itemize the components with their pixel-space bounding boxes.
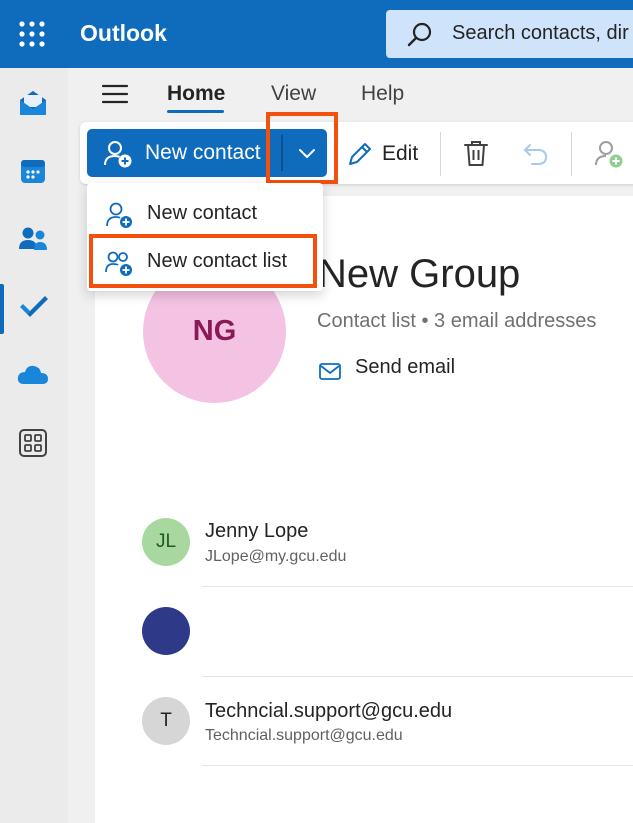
people-icon[interactable]	[14, 220, 52, 258]
onedrive-icon[interactable]	[14, 356, 52, 394]
avatar	[142, 607, 190, 655]
calendar-icon[interactable]	[14, 152, 52, 190]
search-placeholder: Search contacts, dir	[452, 22, 629, 44]
highlight-new-contact-list	[89, 234, 317, 288]
hamburger-menu-icon[interactable]	[100, 82, 130, 106]
tab-help[interactable]: Help	[361, 82, 404, 106]
list-divider	[202, 586, 633, 587]
delete-icon[interactable]	[462, 139, 490, 174]
undo-icon[interactable]	[522, 141, 550, 172]
add-person-icon	[106, 202, 132, 228]
group-subtitle: Contact list • 3 email addresses	[317, 310, 597, 332]
mail-outline-icon	[319, 363, 341, 380]
search-box[interactable]: Search contacts, dir	[386, 10, 633, 58]
app-rail	[0, 68, 68, 823]
highlight-dropdown-arrow	[266, 112, 338, 184]
add-person-icon	[104, 141, 132, 168]
toolbar-separator	[440, 132, 441, 176]
member-email[interactable]: JLope@my.gcu.edu	[205, 548, 346, 566]
list-divider	[202, 765, 633, 766]
edit-button-label: Edit	[382, 142, 419, 165]
avatar: T	[142, 697, 190, 745]
rail-active-indicator	[0, 284, 4, 334]
search-icon	[407, 22, 432, 47]
mail-icon[interactable]	[14, 84, 52, 122]
new-contact-button[interactable]: New contact	[145, 141, 261, 165]
menu-item-label: New contact	[147, 202, 258, 224]
send-email-label: Send email	[355, 356, 456, 378]
list-divider	[202, 676, 633, 677]
pencil-icon	[349, 143, 371, 165]
member-name[interactable]: Techncial.support@gcu.edu	[205, 700, 452, 723]
tab-view[interactable]: View	[271, 82, 316, 106]
add-to-contact-icon[interactable]	[594, 139, 624, 174]
todo-icon[interactable]	[14, 288, 52, 326]
app-title[interactable]: Outlook	[80, 20, 167, 47]
avatar: JL	[142, 518, 190, 566]
tab-home-underline	[167, 110, 224, 113]
toolbar-separator	[571, 132, 572, 176]
apps-icon[interactable]	[14, 424, 52, 462]
tab-home[interactable]: Home	[167, 82, 225, 106]
member-name[interactable]: Jenny Lope	[205, 520, 308, 543]
menu-item-new-contact[interactable]: New contact	[101, 193, 321, 237]
member-email[interactable]: Techncial.support@gcu.edu	[205, 727, 403, 745]
top-bar: Outlook Search contacts, dir	[0, 0, 633, 68]
app-launcher-icon[interactable]	[14, 16, 50, 52]
group-name: New Group	[318, 252, 521, 296]
